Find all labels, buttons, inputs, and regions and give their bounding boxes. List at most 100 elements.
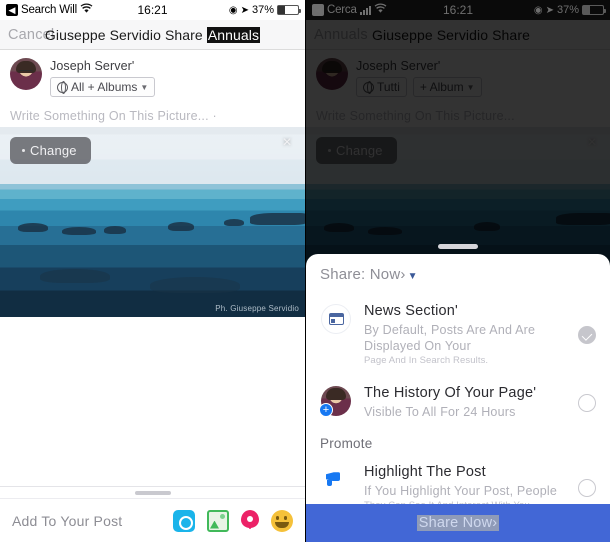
status-left-group: ◀ Search Will xyxy=(6,3,93,17)
author-row: Joseph Server' All + Albums ▼ xyxy=(10,58,295,97)
share-option-list: News Section' By Default, Posts Are And … xyxy=(306,294,610,504)
photo-rock xyxy=(40,269,110,283)
option-icon-slot: + xyxy=(319,382,352,418)
option-radio-slot[interactable] xyxy=(578,394,596,413)
promote-section-label: Promote xyxy=(320,436,373,452)
page-title-text: Giuseppe Servidio Share xyxy=(44,26,207,43)
post-text-input[interactable]: Write Something On This Picture... · xyxy=(10,109,295,123)
battery-icon xyxy=(582,5,606,15)
left-nav-bar: Cancel Giuseppe Servidio Share Annuals xyxy=(0,20,305,50)
share-now-button[interactable]: Share Now› xyxy=(306,504,610,542)
option-title: News Section' xyxy=(364,303,459,319)
attached-photo[interactable]: Change × Ph. Giuseppe Servidio xyxy=(0,127,305,317)
option-body: News Section' By Default, Posts Are And … xyxy=(364,300,566,366)
composer-area: Joseph Server' All + Albums ▼ Write Some… xyxy=(0,50,305,127)
location-pin-icon[interactable] xyxy=(241,509,259,532)
change-dot-icon xyxy=(22,149,25,152)
share-now-label: Share Now› xyxy=(416,515,500,531)
option-body: Highlight The Post If You Highlight Your… xyxy=(364,461,566,504)
option-subtitle-secondary: They Can See It And Interact With You. xyxy=(364,500,566,504)
radio-unchecked-icon[interactable] xyxy=(578,394,596,413)
avatar-head xyxy=(326,388,346,401)
photo-watermark: Ph. Giuseppe Servidio xyxy=(215,304,299,313)
radio-checked-icon[interactable] xyxy=(578,326,596,345)
status-left-group: ◀ Cerca xyxy=(312,3,387,17)
battery-percent-label: 37% xyxy=(251,4,274,16)
add-badge-icon: + xyxy=(319,403,333,418)
author-meta: Joseph Server' All + Albums ▼ xyxy=(50,58,156,97)
status-back-icon[interactable]: ◀ xyxy=(312,4,324,16)
audience-row: All + Albums ▼ xyxy=(50,77,156,97)
sheet-handle-row[interactable] xyxy=(306,240,610,252)
share-option-highlight-post[interactable]: Highlight The Post If You Highlight Your… xyxy=(306,455,610,504)
left-phone-screen: ◀ Search Will 16:21 ◉ ➤ 37% Cancel Giuse… xyxy=(0,0,305,542)
chevron-down-icon: ▼ xyxy=(140,82,149,92)
add-to-post-bar: Add To Your Post xyxy=(0,498,305,542)
option-body: The History Of Your Page' Visible To All… xyxy=(364,382,566,420)
sheet-header-label: Share: Now› xyxy=(320,266,406,283)
drag-handle[interactable] xyxy=(438,243,478,249)
photo-rock xyxy=(18,223,48,232)
signal-bars-icon xyxy=(359,5,371,15)
option-subtitle-secondary: Page And In Search Results. xyxy=(364,355,489,367)
status-right-group: ◉ ➤ 37% xyxy=(228,4,301,16)
sheet-handle-row[interactable] xyxy=(0,486,305,498)
change-photo-label: Change xyxy=(30,143,77,158)
emoji-icon[interactable] xyxy=(271,509,293,532)
status-back-icon[interactable]: ◀ xyxy=(6,4,18,16)
status-right-group: ◉ ➤ 37% xyxy=(533,4,606,16)
photo-rock xyxy=(104,226,126,234)
share-option-story[interactable]: + The History Of Your Page' Visible To A… xyxy=(306,376,610,430)
alarm-icon: ◉ xyxy=(533,4,543,16)
sheet-header[interactable]: Share: Now› ▼ xyxy=(306,254,610,294)
option-title: The History Of Your Page' xyxy=(364,385,537,402)
share-options-sheet: Share: Now› ▼ News Section' By Default, P… xyxy=(306,254,610,542)
left-bottom-area: Add To Your Post xyxy=(0,486,305,542)
battery-icon xyxy=(277,5,301,15)
option-subtitle: Visible To All For 24 Hours xyxy=(364,405,516,420)
avatar[interactable] xyxy=(10,58,42,90)
battery-percent-label: 37% xyxy=(556,4,579,16)
remove-photo-icon[interactable]: × xyxy=(279,135,295,151)
status-carrier-label: Cerca xyxy=(327,4,357,16)
wifi-icon xyxy=(80,3,93,17)
author-name: Joseph Server' xyxy=(50,59,135,73)
option-radio-slot[interactable] xyxy=(578,326,596,345)
right-phone-screen: ◀ Cerca 16:21 ◉ ➤ 37% Annuals Giuseppe S… xyxy=(305,0,610,542)
page-title: Giuseppe Servidio Share Annuals xyxy=(0,26,305,43)
option-icon-slot xyxy=(320,461,352,489)
option-subtitle: By Default, Posts Are And Are Displayed … xyxy=(364,323,536,354)
audience-selector-button[interactable]: All + Albums ▼ xyxy=(50,77,156,97)
location-arrow-icon: ➤ xyxy=(240,4,249,16)
status-carrier-label: Search Will xyxy=(21,4,77,16)
right-status-bar: ◀ Cerca 16:21 ◉ ➤ 37% xyxy=(306,0,610,20)
alarm-icon: ◉ xyxy=(228,4,238,16)
photo-rock xyxy=(62,227,96,235)
option-title: Highlight The Post xyxy=(364,464,486,481)
dual-screenshot-container: ◀ Search Will 16:21 ◉ ➤ 37% Cancel Giuse… xyxy=(0,0,610,542)
wifi-icon xyxy=(374,3,387,17)
share-option-news-feed[interactable]: News Section' By Default, Posts Are And … xyxy=(306,294,610,376)
profile-story-icon: + xyxy=(319,386,351,418)
globe-icon xyxy=(57,81,68,95)
add-to-post-label: Add To Your Post xyxy=(12,512,123,529)
option-subtitle: If You Highlight Your Post, People xyxy=(364,484,558,499)
photo-rock xyxy=(224,219,244,226)
option-radio-slot[interactable] xyxy=(578,479,596,498)
photo-library-icon[interactable] xyxy=(207,509,229,532)
photo-rock xyxy=(150,277,240,293)
page-title-highlight: Annuals xyxy=(206,26,261,43)
photo-rock xyxy=(250,213,305,225)
audience-label: All + Albums xyxy=(71,80,138,94)
add-to-post-icons xyxy=(173,509,293,532)
megaphone-icon xyxy=(324,465,348,489)
radio-unchecked-icon[interactable] xyxy=(578,479,596,498)
option-icon-slot xyxy=(320,300,352,334)
drag-handle[interactable] xyxy=(134,490,171,495)
change-photo-button[interactable]: Change xyxy=(10,137,91,164)
left-status-bar: ◀ Search Will 16:21 ◉ ➤ 37% xyxy=(0,0,305,20)
news-feed-icon xyxy=(321,304,351,334)
camera-icon[interactable] xyxy=(173,509,195,532)
location-arrow-icon: ➤ xyxy=(545,4,554,16)
photo-rock xyxy=(168,222,194,231)
